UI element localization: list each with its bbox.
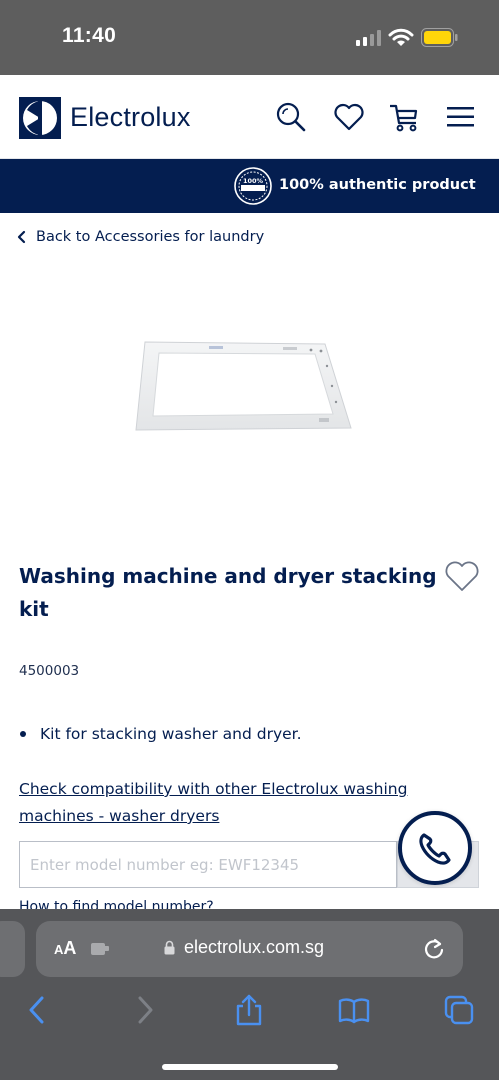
authentic-banner: 100% 100% authentic product: [0, 159, 499, 213]
status-time: 11:40: [62, 24, 117, 47]
model-number-input[interactable]: [19, 841, 397, 888]
reload-icon[interactable]: [423, 936, 445, 960]
authentic-badge-icon: 100%: [234, 167, 272, 205]
status-bar: 11:40: [0, 0, 499, 75]
phone-icon: [419, 833, 451, 865]
back-arrow-icon[interactable]: [22, 994, 54, 1026]
previous-tab[interactable]: [0, 921, 25, 977]
browser-toolbar: AA electrolux.com.sg: [0, 909, 499, 1080]
lock-icon: [164, 940, 175, 955]
banner-text: 100% authentic product: [279, 177, 476, 193]
brand-name[interactable]: Electrolux: [70, 102, 191, 133]
back-link-label: Back to Accessories for laundry: [36, 229, 265, 245]
menu-icon[interactable]: [445, 101, 477, 133]
cellular-signal-icon: [356, 30, 381, 46]
heart-icon[interactable]: [333, 101, 365, 133]
feature-item: Kit for stacking washer and dryer.: [19, 725, 302, 743]
product-sku: 4500003: [19, 663, 80, 679]
bookmarks-icon[interactable]: [338, 994, 370, 1026]
badge-text: 100%: [243, 177, 264, 185]
feature-text: Kit for stacking washer and dryer.: [40, 725, 302, 743]
product-title: Washing machine and dryer stacking kit: [19, 564, 437, 621]
wifi-icon: [388, 28, 414, 46]
cart-icon[interactable]: [388, 101, 420, 133]
product-image[interactable]: [133, 338, 355, 438]
forward-arrow-icon[interactable]: [128, 994, 160, 1026]
search-icon[interactable]: [275, 101, 307, 133]
share-icon[interactable]: [233, 994, 265, 1026]
tabs-icon[interactable]: [443, 994, 475, 1026]
chevron-left-icon: [17, 230, 26, 244]
address-bar[interactable]: AA electrolux.com.sg: [36, 921, 463, 977]
back-link[interactable]: Back to Accessories for laundry: [16, 229, 264, 245]
bullet-dot-icon: [20, 731, 26, 737]
site-header: Electrolux: [0, 75, 499, 159]
text-size-button[interactable]: AA: [54, 938, 76, 959]
home-indicator: [162, 1064, 338, 1070]
battery-icon: [421, 28, 458, 47]
extension-icon[interactable]: [91, 940, 111, 956]
feature-list: Kit for stacking washer and dryer.: [19, 725, 302, 743]
compatibility-link[interactable]: Check compatibility with other Electrolu…: [19, 776, 459, 830]
call-button[interactable]: [398, 811, 472, 885]
url-text: electrolux.com.sg: [184, 937, 325, 957]
wishlist-heart-icon[interactable]: [444, 558, 480, 594]
electrolux-logo-icon[interactable]: [19, 97, 61, 139]
